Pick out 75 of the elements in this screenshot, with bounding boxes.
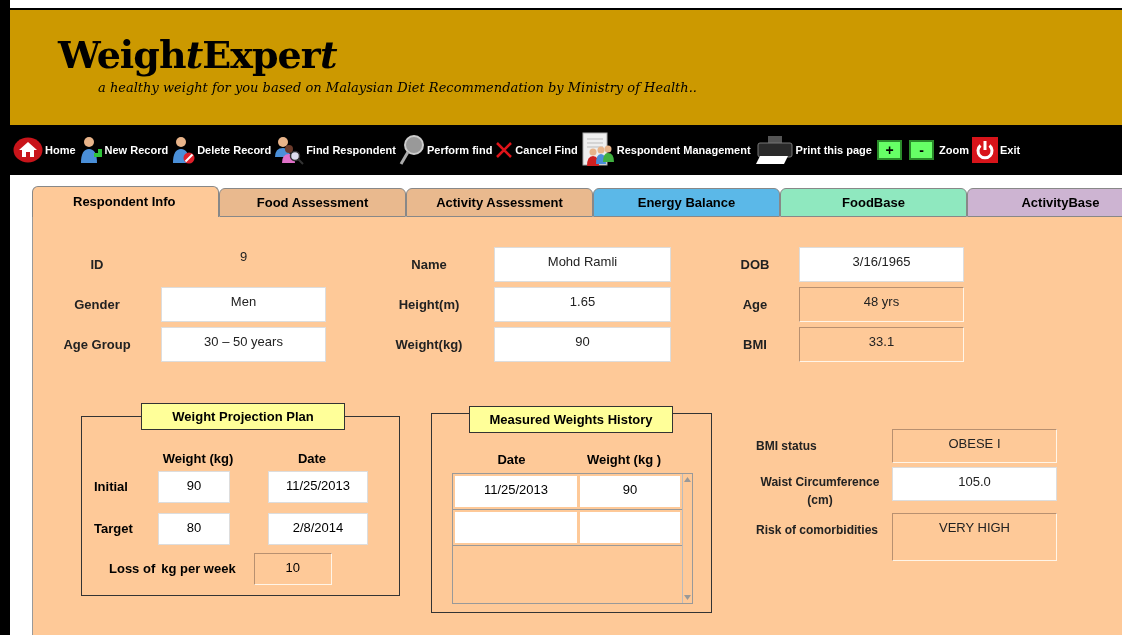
field-label: DOB [740, 255, 770, 274]
magnifier-icon [398, 134, 425, 166]
tab[interactable]: Activity Assessment [406, 188, 593, 217]
person-block-icon [171, 135, 196, 165]
down-arrow-icon[interactable] [684, 594, 691, 600]
row-label: Initial [93, 477, 129, 496]
toolbar-button[interactable]: Exit [971, 137, 1021, 163]
people-document-icon [580, 132, 615, 168]
readonly-field: 33.1 [799, 327, 964, 362]
input-field[interactable]: 1.65 [494, 287, 671, 322]
column-header: Weight (kg) [161, 450, 235, 468]
tab[interactable]: Respondent Info [32, 186, 219, 217]
people-magnifier-icon [274, 135, 305, 165]
tagline: a healthy weight for you based on Malaysian Diet Recommendation by Ministry of Health.. [97, 79, 697, 97]
toolbar-button[interactable]: Delete Record [171, 135, 272, 165]
power-icon [971, 137, 998, 163]
input-field[interactable]: 30 – 50 years [161, 327, 326, 362]
field-label: BMI [743, 335, 767, 354]
column-header: Date [496, 451, 527, 469]
readonly-field: OBESE I [892, 429, 1057, 463]
toolbar-button[interactable]: New Record [78, 135, 169, 165]
field-label: Age [742, 295, 768, 314]
empty-cell[interactable] [455, 511, 577, 543]
input-field[interactable]: Men [161, 287, 326, 322]
zoom-out-button[interactable]: - [908, 140, 934, 160]
zoom-label: Zoom [938, 142, 969, 158]
readonly-field: 10 [253, 552, 332, 585]
field-label: Height(m) [398, 295, 460, 314]
input-field[interactable]: Mohd Ramli [494, 247, 671, 282]
unit-label: kg per week [161, 559, 236, 578]
field-label: Name [411, 255, 447, 274]
column-header: Date [296, 450, 328, 468]
field-label: Weight(kg) [395, 335, 463, 354]
field-label: Age Group [63, 335, 131, 354]
input-field[interactable]: 80 [158, 512, 230, 545]
field-label: Gender [74, 295, 120, 314]
row-label: Target [93, 519, 134, 538]
input-field[interactable]: 2/8/2014 [268, 512, 368, 545]
table-cell[interactable]: 90 [580, 475, 680, 507]
zoom-in-button[interactable]: + [876, 140, 902, 160]
toolbar-button[interactable]: Respondent Management [580, 132, 751, 168]
tab[interactable]: Energy Balance [593, 188, 780, 217]
toolbar-button[interactable]: Perform find [398, 134, 493, 166]
tab[interactable]: Food Assessment [219, 188, 406, 217]
toolbar-button[interactable]: Home [13, 137, 76, 163]
person-plus-icon [78, 135, 103, 165]
printer-icon [753, 134, 794, 166]
close-icon [495, 141, 514, 159]
field-label: Waist Circumference (cm) [759, 474, 881, 509]
readonly-field: 48 yrs [799, 287, 964, 322]
input-field[interactable]: 3/16/1965 [799, 247, 964, 282]
input-field[interactable]: 11/25/2013 [268, 470, 368, 503]
field-label: ID [90, 255, 104, 274]
input-field[interactable]: 90 [494, 327, 671, 362]
panel-title: Weight Projection Plan [141, 403, 345, 430]
panel-title: Measured Weights History [469, 406, 673, 433]
input-field[interactable]: 105.0 [892, 467, 1057, 501]
toolbar-button[interactable]: Cancel Find [495, 141, 578, 159]
id-value: 9 [239, 248, 248, 266]
readonly-field: VERY HIGH [892, 513, 1057, 561]
house-icon [13, 137, 43, 163]
empty-cell[interactable] [580, 511, 680, 543]
up-arrow-icon[interactable] [684, 476, 691, 482]
row-label: Loss of [108, 559, 156, 578]
app-logo: WeightExpert [58, 32, 337, 78]
input-field[interactable]: 90 [158, 470, 230, 503]
column-header: Weight (kg ) [585, 451, 663, 469]
field-label: BMI status [756, 438, 817, 455]
field-label: Risk of comorbidities [756, 522, 879, 539]
tab[interactable]: ActivityBase [967, 188, 1122, 217]
toolbar-button[interactable]: Find Respondent [274, 135, 396, 165]
scrollbar[interactable] [682, 473, 692, 603]
tab[interactable]: FoodBase [780, 188, 967, 217]
table-cell[interactable]: 11/25/2013 [455, 475, 577, 507]
toolbar-button[interactable]: Print this page [753, 134, 872, 166]
